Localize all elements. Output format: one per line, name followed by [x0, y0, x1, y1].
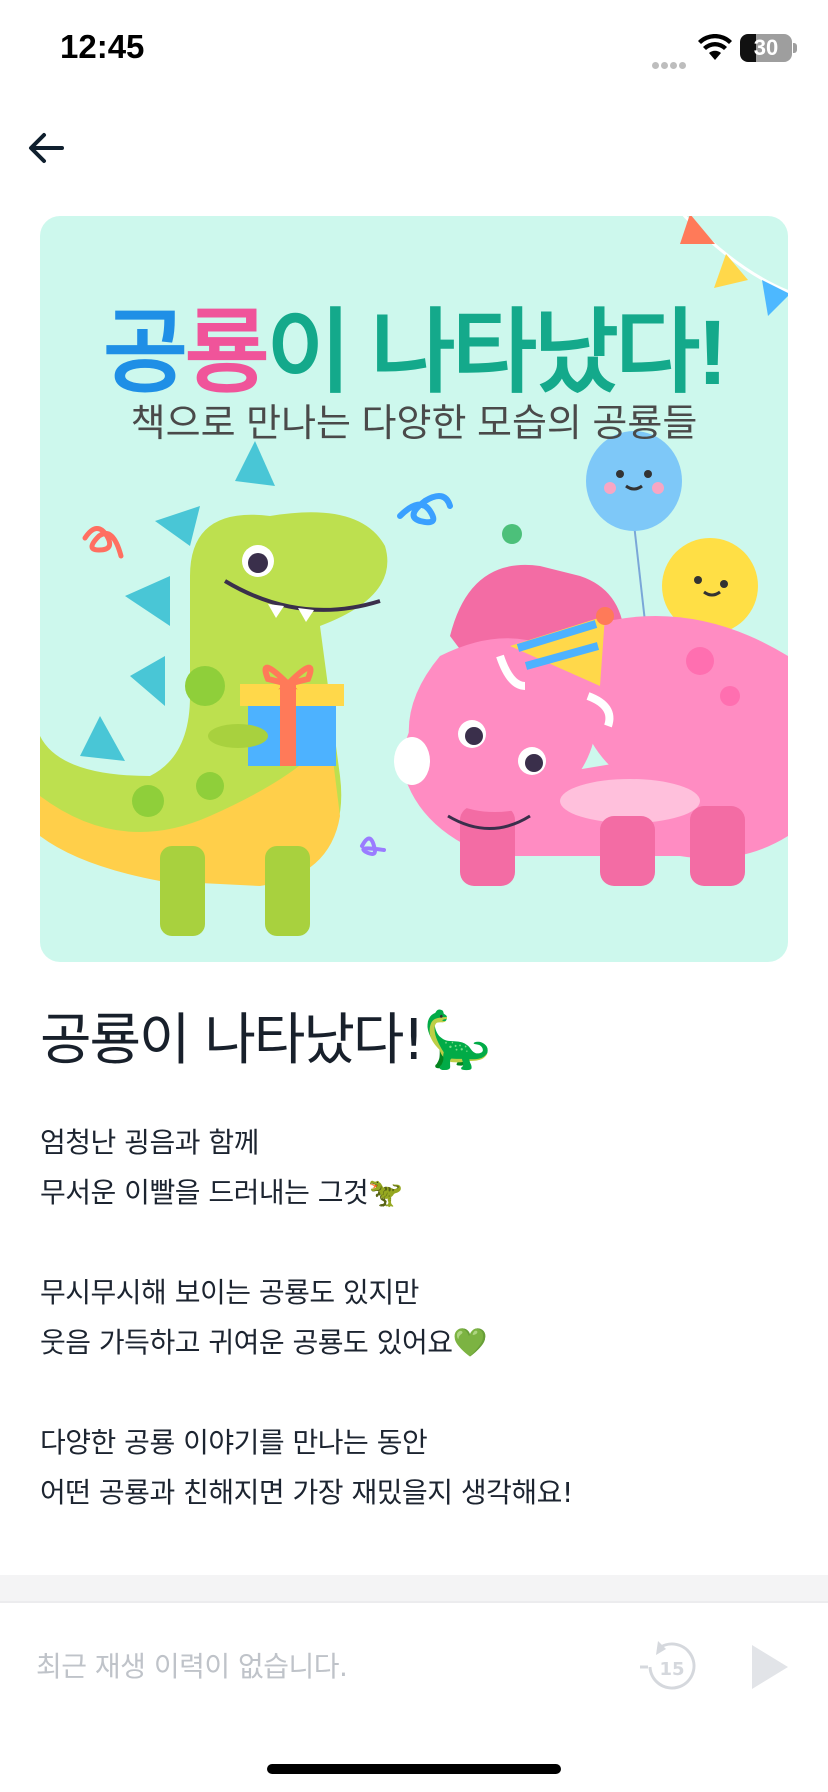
- battery-level: 30: [753, 35, 779, 60]
- description-line: 무서운 이빨을 드러내는 그것🦖: [40, 1176, 403, 1209]
- battery-icon: 30: [740, 34, 792, 62]
- cover-subtitle: 책으로 만나는 다양한 모습의 공룡들: [130, 403, 698, 445]
- rewind-15-icon: 15: [640, 1641, 696, 1690]
- battery-cap: [793, 43, 797, 53]
- description-line: 무시무시해 보이는 공룡도 있지만: [40, 1276, 419, 1309]
- description-line: 웃음 가득하고 귀여운 공룡도 있어요💚: [40, 1326, 487, 1359]
- play-icon: [752, 1645, 788, 1689]
- section-divider: [0, 1575, 828, 1603]
- wifi-icon: [698, 34, 732, 60]
- description: 엄청난 굉음과 함께 무서운 이빨을 드러내는 그것🦖 무시무시해 보이는 공룡…: [40, 1118, 800, 1518]
- home-indicator: [267, 1764, 561, 1774]
- status-bar: 12:45 30: [0, 0, 828, 100]
- cellular-signal-icon: [652, 54, 690, 69]
- description-line: 엄청난 굉음과 함께: [40, 1126, 259, 1159]
- player-status-text: 최근 재생 이력이 없습니다.: [36, 1650, 348, 1683]
- description-line: 어떤 공룡과 친해지면 가장 재밌을지 생각해요!: [40, 1476, 573, 1509]
- status-time: 12:45: [60, 28, 145, 65]
- cover-image: 공룡이 나타났다! 책으로 만나는 다양한 모습의 공룡들: [40, 216, 788, 962]
- arrow-left-icon: [29, 133, 64, 163]
- back-button[interactable]: [22, 120, 74, 172]
- rewind-label: 15: [659, 1659, 684, 1680]
- play-button[interactable]: [736, 1635, 800, 1699]
- description-line: 다양한 공룡 이야기를 만나는 동안: [40, 1426, 428, 1459]
- rewind-15-button[interactable]: 15: [636, 1635, 700, 1699]
- page-title: 공룡이 나타났다!🦕: [40, 1008, 493, 1073]
